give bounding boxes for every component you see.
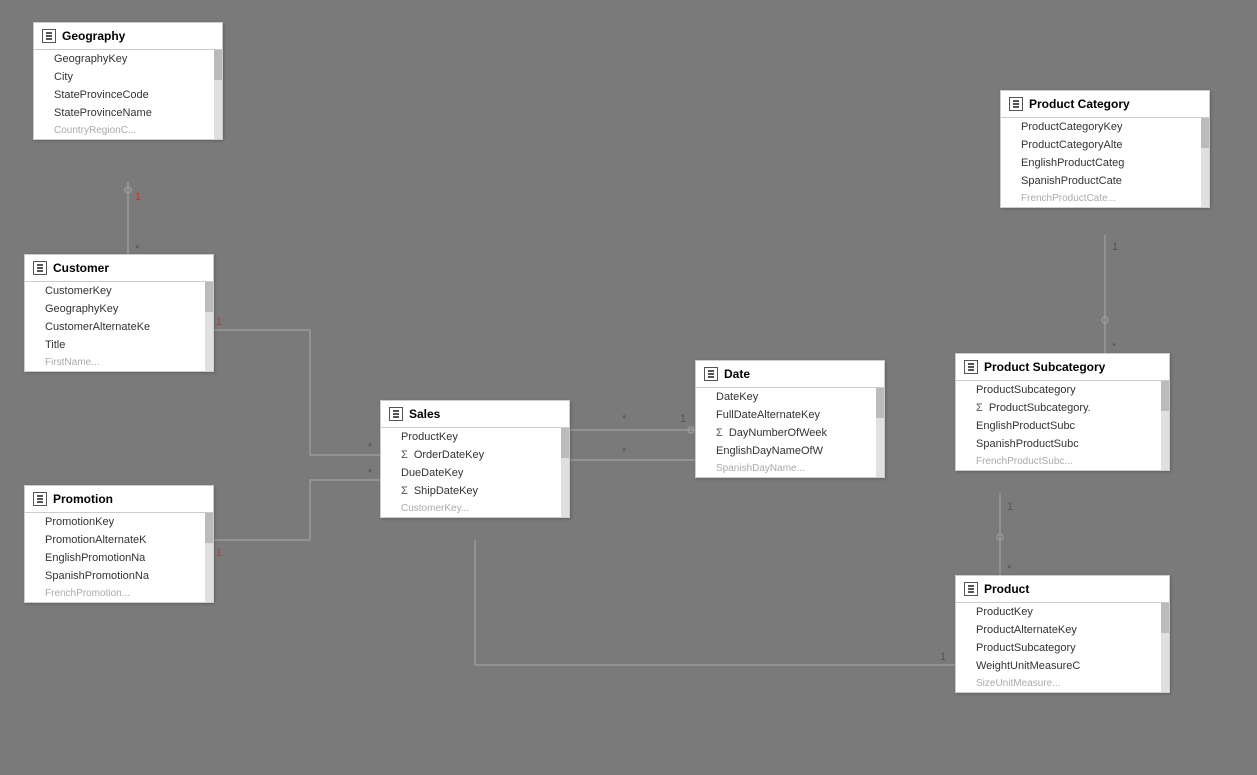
svg-text:1: 1: [1007, 501, 1013, 513]
table-row: FrenchProductCate...: [1001, 190, 1209, 207]
table-row: EnglishProductCateg: [1001, 154, 1209, 172]
svg-text:*: *: [368, 441, 373, 453]
table-row: FrenchPromotion...: [25, 585, 213, 602]
table-product-body: ProductKey ProductAlternateKey ProductSu…: [956, 603, 1169, 692]
table-row: ProductSubcategory: [956, 381, 1169, 399]
svg-text:1: 1: [940, 651, 946, 663]
table-row: DateKey: [696, 388, 884, 406]
table-row: SpanishDayName...: [696, 460, 884, 477]
table-date-body: DateKey FullDateAlternateKey ΣDayNumberO…: [696, 388, 884, 477]
svg-text:1: 1: [1112, 241, 1118, 253]
table-promotion[interactable]: Promotion PromotionKey PromotionAlternat…: [24, 485, 214, 603]
table-customer[interactable]: Customer CustomerKey GeographyKey Custom…: [24, 254, 214, 372]
table-row: WeightUnitMeasureC: [956, 657, 1169, 675]
table-sales-header: Sales: [381, 401, 569, 428]
table-product-header: Product: [956, 576, 1169, 603]
table-icon-product-subcategory: [964, 360, 978, 374]
table-customer-title: Customer: [53, 261, 109, 275]
table-product-subcategory-header: Product Subcategory: [956, 354, 1169, 381]
table-icon-product: [964, 582, 978, 596]
table-row: FrenchProductSubc...: [956, 453, 1169, 470]
table-sales-body: ProductKey ΣOrderDateKey DueDateKey ΣShi…: [381, 428, 569, 517]
table-row: ProductCategoryAlte: [1001, 136, 1209, 154]
table-row: City: [34, 68, 222, 86]
table-date-title: Date: [724, 367, 750, 381]
table-row: FullDateAlternateKey: [696, 406, 884, 424]
svg-text:1: 1: [216, 547, 222, 559]
table-row: ProductKey: [956, 603, 1169, 621]
table-product-subcategory[interactable]: Product Subcategory ProductSubcategory Σ…: [955, 353, 1170, 471]
table-customer-header: Customer: [25, 255, 213, 282]
table-icon-geography: [42, 29, 56, 43]
table-product-category-header: Product Category: [1001, 91, 1209, 118]
table-promotion-title: Promotion: [53, 492, 113, 506]
table-product-title: Product: [984, 582, 1029, 596]
table-icon-product-category: [1009, 97, 1023, 111]
table-row: SizeUnitMeasure...: [956, 675, 1169, 692]
table-row: ProductCategoryKey: [1001, 118, 1209, 136]
table-row: SpanishProductCate: [1001, 172, 1209, 190]
svg-text:*: *: [1007, 563, 1012, 575]
table-row: CustomerKey: [25, 282, 213, 300]
table-row: ΣProductSubcategory.: [956, 399, 1169, 417]
svg-text:*: *: [1112, 341, 1117, 353]
table-geography[interactable]: Geography GeographyKey City StateProvinc…: [33, 22, 223, 140]
table-row: PromotionAlternateK: [25, 531, 213, 549]
table-geography-header: Geography: [34, 23, 222, 50]
table-row: SpanishProductSubc: [956, 435, 1169, 453]
table-promotion-header: Promotion: [25, 486, 213, 513]
table-row: ProductKey: [381, 428, 569, 446]
table-icon-date: [704, 367, 718, 381]
table-row: StateProvinceCode: [34, 86, 222, 104]
table-sales[interactable]: Sales ProductKey ΣOrderDateKey DueDateKe…: [380, 400, 570, 518]
table-promotion-body: PromotionKey PromotionAlternateK English…: [25, 513, 213, 602]
table-product-subcategory-body: ProductSubcategory ΣProductSubcategory. …: [956, 381, 1169, 470]
table-customer-body: CustomerKey GeographyKey CustomerAlterna…: [25, 282, 213, 371]
table-row: FirstName...: [25, 354, 213, 371]
table-product[interactable]: Product ProductKey ProductAlternateKey P…: [955, 575, 1170, 693]
table-row: Title: [25, 336, 213, 354]
table-row: ΣDayNumberOfWeek: [696, 424, 884, 442]
table-row: CustomerAlternateKe: [25, 318, 213, 336]
table-product-category[interactable]: Product Category ProductCategoryKey Prod…: [1000, 90, 1210, 208]
diagram-canvas: 1 * 1 * 1 * * 1 * 1 1 * 1 *: [0, 0, 1257, 775]
svg-text:*: *: [622, 446, 627, 458]
table-geography-title: Geography: [62, 29, 125, 43]
table-date-header: Date: [696, 361, 884, 388]
table-sales-title: Sales: [409, 407, 440, 421]
table-row: ProductSubcategory: [956, 639, 1169, 657]
table-icon-sales: [389, 407, 403, 421]
table-row: SpanishPromotionNa: [25, 567, 213, 585]
table-product-category-title: Product Category: [1029, 97, 1130, 111]
table-date[interactable]: Date DateKey FullDateAlternateKey ΣDayNu…: [695, 360, 885, 478]
table-icon-customer: [33, 261, 47, 275]
table-icon-promotion: [33, 492, 47, 506]
svg-text:1: 1: [680, 413, 686, 425]
table-row: ΣOrderDateKey: [381, 446, 569, 464]
svg-text:*: *: [368, 467, 373, 479]
table-row: EnglishProductSubc: [956, 417, 1169, 435]
table-row: DueDateKey: [381, 464, 569, 482]
svg-text:*: *: [622, 413, 627, 425]
svg-text:1: 1: [216, 316, 222, 328]
table-row: PromotionKey: [25, 513, 213, 531]
table-row: ProductAlternateKey: [956, 621, 1169, 639]
table-row: EnglishDayNameOfW: [696, 442, 884, 460]
table-product-subcategory-title: Product Subcategory: [984, 360, 1105, 374]
table-geography-body: GeographyKey City StateProvinceCode Stat…: [34, 50, 222, 139]
table-row: EnglishPromotionNa: [25, 549, 213, 567]
table-row: CountryRegionC...: [34, 122, 222, 139]
table-row: StateProvinceName: [34, 104, 222, 122]
table-product-category-body: ProductCategoryKey ProductCategoryAlte E…: [1001, 118, 1209, 207]
table-row: CustomerKey...: [381, 500, 569, 517]
table-row: GeographyKey: [34, 50, 222, 68]
table-row: ΣShipDateKey: [381, 482, 569, 500]
table-row: GeographyKey: [25, 300, 213, 318]
svg-text:1: 1: [135, 191, 141, 203]
